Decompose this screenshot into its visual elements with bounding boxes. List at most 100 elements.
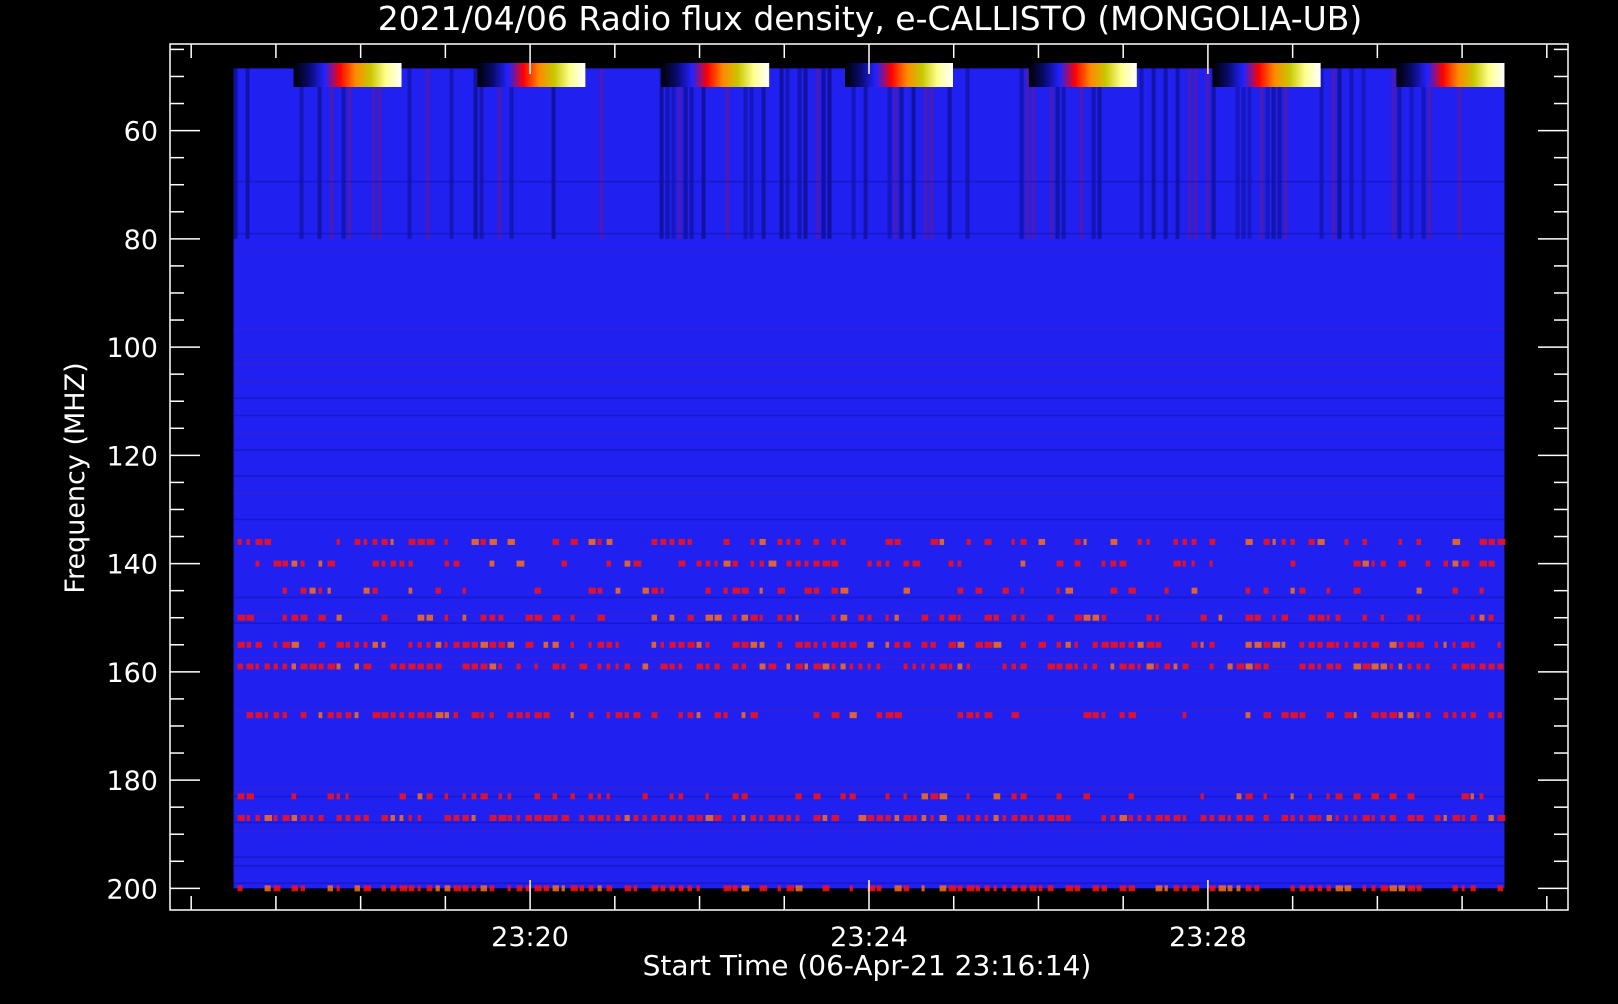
interference-mark	[687, 885, 692, 892]
interference-mark	[921, 614, 929, 621]
interference-mark	[543, 885, 550, 892]
interference-mark	[570, 793, 575, 800]
interference-mark	[255, 538, 263, 545]
interference-mark	[1326, 793, 1330, 800]
interference-mark	[1416, 538, 1421, 545]
interference-mark	[669, 793, 674, 800]
interference-mark	[1182, 663, 1189, 670]
interference-mark	[579, 885, 585, 892]
interference-mark	[354, 538, 361, 545]
interference-mark	[750, 712, 758, 719]
interference-mark	[327, 560, 336, 567]
interference-mark	[426, 641, 431, 648]
interference-mark	[417, 885, 421, 892]
heatmap-streak	[1409, 68, 1414, 239]
interference-mark	[255, 814, 261, 821]
interference-mark	[975, 814, 981, 821]
heatmap-streak	[245, 68, 250, 239]
interference-mark	[1371, 885, 1376, 892]
interference-mark	[1299, 663, 1306, 670]
interference-mark	[336, 814, 342, 821]
interference-mark	[1452, 538, 1461, 545]
interference-mark	[300, 614, 308, 621]
interference-mark	[705, 560, 711, 567]
interference-mark	[237, 538, 242, 545]
interference-mark	[795, 885, 803, 892]
interference-mark	[921, 793, 929, 800]
heatmap-streak	[1271, 68, 1276, 239]
heatmap-streak	[965, 68, 970, 239]
interference-mark	[1371, 560, 1375, 567]
interference-mark	[903, 814, 912, 821]
interference-mark	[624, 814, 630, 821]
interference-mark	[903, 641, 911, 648]
interference-mark	[804, 663, 808, 670]
interference-mark	[939, 814, 947, 821]
interference-mark	[381, 885, 386, 892]
interference-mark	[1398, 885, 1406, 892]
interference-mark	[381, 641, 386, 648]
interference-mark	[777, 885, 782, 892]
interference-mark	[777, 641, 783, 648]
interference-mark	[1281, 712, 1289, 719]
interference-mark	[1371, 641, 1380, 648]
interference-mark	[1164, 885, 1168, 892]
interference-mark	[1389, 712, 1398, 719]
interference-mark	[318, 641, 325, 648]
interference-mark	[1173, 663, 1178, 670]
interference-mark	[849, 712, 857, 719]
interference-mark	[1326, 663, 1334, 670]
interference-mark	[336, 793, 340, 800]
interference-mark	[948, 663, 953, 670]
interference-mark	[957, 814, 964, 821]
interference-mark	[471, 663, 478, 670]
interference-mark	[552, 793, 558, 800]
interference-mark	[1488, 712, 1495, 719]
interference-mark	[1020, 538, 1027, 545]
interference-mark	[1416, 885, 1422, 892]
interference-mark	[507, 885, 511, 892]
interference-mark	[1146, 641, 1155, 648]
y-tick-label: 200	[106, 874, 158, 905]
interference-mark	[1011, 885, 1018, 892]
interference-mark	[1020, 587, 1024, 594]
heatmap-streak	[1349, 68, 1354, 239]
interference-mark	[1119, 814, 1128, 821]
interference-mark	[1290, 538, 1295, 545]
interference-mark	[1128, 793, 1134, 800]
interference-mark	[588, 641, 592, 648]
interference-mark	[1083, 663, 1088, 670]
interference-mark	[534, 793, 541, 800]
interference-mark	[1227, 663, 1233, 670]
interference-mark	[282, 814, 290, 821]
interference-mark	[363, 885, 372, 892]
interference-mark	[1209, 538, 1216, 545]
interference-mark	[813, 712, 820, 719]
interference-mark	[345, 793, 349, 800]
interference-mark	[1020, 614, 1025, 621]
interference-mark	[534, 587, 541, 594]
interference-mark	[579, 814, 584, 821]
interference-mark	[1065, 587, 1074, 594]
interference-mark	[903, 587, 910, 594]
interference-mark	[1461, 560, 1470, 567]
interference-mark	[795, 538, 801, 545]
interference-mark	[246, 712, 254, 719]
interference-mark	[714, 663, 720, 670]
interference-mark	[1470, 663, 1476, 670]
interference-mark	[1119, 663, 1127, 670]
interference-mark	[1299, 814, 1304, 821]
interference-mark	[660, 641, 664, 648]
interference-mark	[408, 814, 413, 821]
interference-mark	[570, 538, 578, 545]
interference-mark	[696, 641, 702, 648]
interference-mark	[543, 641, 549, 648]
y-tick-label: 180	[106, 766, 158, 797]
y-tick-label: 60	[124, 117, 158, 148]
interference-mark	[300, 587, 307, 594]
interference-mark	[480, 614, 487, 621]
interference-mark	[966, 538, 971, 545]
interference-mark	[264, 814, 273, 821]
interference-mark	[1182, 885, 1188, 892]
heatmap-streak	[1247, 68, 1252, 239]
